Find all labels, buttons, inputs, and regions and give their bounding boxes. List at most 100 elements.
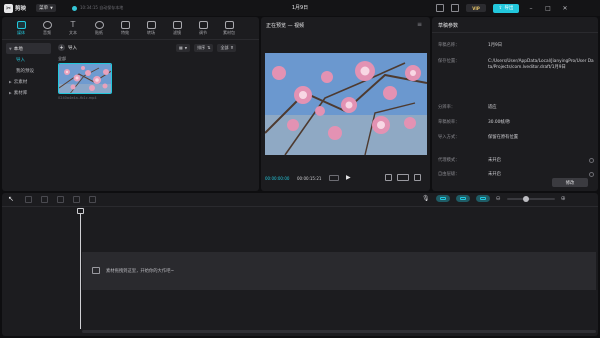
nav-library[interactable]: ▶ 素材库 (6, 87, 51, 98)
tab-audio[interactable]: 音频 (34, 18, 60, 38)
time-ruler[interactable] (80, 207, 596, 215)
vip-button[interactable]: VIP (466, 4, 486, 12)
upload-icon: ⇪ (498, 5, 503, 11)
properties-panel: 草稿参数 草稿名称： 1月9日 保存位置： C:/Users/User/AppD… (432, 17, 598, 191)
filter-icon (172, 20, 182, 29)
nav-cloud[interactable]: ▶ 云素材 (6, 76, 51, 87)
shortcut-icon[interactable] (451, 4, 459, 12)
delete-icon[interactable] (73, 195, 80, 203)
timeline-panel: ↖ 🎙 ⊖ ⊕ 素材拖拽到这里，开始你的大作吧~ (2, 193, 598, 336)
export-label: 导出 (504, 6, 514, 11)
split-icon[interactable] (57, 195, 64, 203)
logo-icon: ✂ (4, 3, 13, 13)
filter-label: 全部 (220, 44, 229, 50)
project-title: 1月9日 (291, 5, 309, 11)
snap-icon (439, 197, 446, 200)
cloud-status-icon (72, 5, 77, 11)
divider (2, 39, 259, 40)
menu-icon[interactable]: ≡ (417, 21, 422, 28)
tab-package[interactable]: 素材包 (216, 18, 242, 38)
timeline-scrollbar[interactable] (82, 330, 596, 333)
nav-my-presets[interactable]: 我的预设 (6, 65, 51, 76)
prop-frame-rate: 草稿帧率： 30.00帧/秒 (438, 120, 594, 126)
audio-icon (42, 20, 52, 29)
play-icon[interactable]: ▶ (346, 174, 352, 182)
snap-toggle[interactable] (435, 195, 450, 202)
sort-label: 排序 (197, 44, 206, 50)
autosave-text: 10:34:15 自动保存本地 (80, 5, 124, 10)
fullscreen-icon[interactable] (414, 174, 421, 181)
sort-button[interactable]: 排序 ⇅ (194, 43, 214, 52)
playhead[interactable] (80, 209, 81, 329)
media-toolbar: 媒体 音频 T 文本 贴纸 特效 转场 滤镜 调节 素材包 (8, 18, 242, 38)
chevron-right-icon: ▶ (9, 79, 12, 84)
effects-icon (120, 20, 130, 29)
ratio-icon[interactable] (397, 174, 409, 181)
export-button[interactable]: ⇪ 导出 (493, 3, 519, 13)
microphone-icon[interactable]: 🎙 (422, 195, 430, 202)
prop-value: 适应 (488, 105, 497, 110)
zoom-slider-knob[interactable] (522, 195, 529, 202)
tab-filter[interactable]: 滤镜 (164, 18, 190, 38)
import-button[interactable]: + 导入 (58, 43, 77, 52)
freeze-icon[interactable] (89, 195, 96, 203)
autosave-status: 10:34:15 自动保存本地 (72, 4, 123, 12)
properties-title: 草稿参数 (438, 23, 459, 29)
prop-value: 1月9日 (488, 43, 503, 48)
tab-transition[interactable]: 转场 (138, 18, 164, 38)
view-controls (385, 174, 421, 181)
menu-button[interactable]: 菜单 ▼ (36, 4, 56, 12)
zoom-out-icon[interactable]: ⊖ (496, 195, 501, 202)
info-icon[interactable] (589, 172, 594, 177)
prop-import-mode: 导入方式： 保留在原有位置 (438, 135, 594, 141)
minimize-icon[interactable]: – (526, 5, 536, 12)
link-toggle[interactable] (455, 195, 470, 202)
tab-label: 特效 (121, 29, 129, 35)
view-mode-button[interactable]: ▦ ▼ (176, 43, 191, 52)
frames-icon[interactable] (329, 175, 339, 181)
thumbnail-filename: 0240a4e4a..fb1c.mp4 (58, 96, 97, 100)
cursor-icon[interactable]: ↖ (8, 195, 16, 203)
zoom-in-icon[interactable]: ⊕ (561, 195, 566, 202)
media-panel: 媒体 音频 T 文本 贴纸 特效 转场 滤镜 调节 素材包 ▼ 本地 导入 我的预设… (2, 17, 259, 191)
divider (432, 32, 598, 33)
prop-draft-name: 草稿名称： 1月9日 (438, 43, 594, 49)
crop-icon[interactable] (385, 174, 392, 181)
transition-icon (146, 20, 156, 29)
tab-label: 贴纸 (95, 29, 103, 35)
section-label: 全部 (58, 56, 66, 61)
nav-import[interactable]: 导入 (6, 54, 51, 65)
redo-icon[interactable] (41, 195, 48, 203)
zoom-slider[interactable] (506, 195, 555, 202)
tab-label: 媒体 (17, 29, 25, 35)
tab-adjust[interactable]: 调节 (190, 18, 216, 38)
tab-text[interactable]: T 文本 (60, 18, 86, 38)
chevron-down-icon: ▼ (9, 46, 12, 51)
tab-effects[interactable]: 特效 (112, 18, 138, 38)
tab-media[interactable]: 媒体 (8, 18, 34, 38)
prop-resolution: 分辨率： 适应 (438, 105, 594, 111)
prop-key: 草稿名称： (438, 43, 460, 48)
tab-label: 滤镜 (173, 29, 181, 35)
layout-icon[interactable] (436, 4, 444, 12)
media-view-controls: ▦ ▼ 排序 ⇅ 全部 ⊽ (176, 43, 237, 52)
filter-all-button[interactable]: 全部 ⊽ (217, 43, 237, 52)
tab-label: 转场 (147, 29, 155, 35)
media-content: + 导入 ▦ ▼ 排序 ⇅ 全部 ⊽ 全部 0240a4e4a..fb1c.mp… (52, 41, 257, 189)
media-thumbnail[interactable] (58, 63, 112, 94)
tab-sticker[interactable]: 贴纸 (86, 18, 112, 38)
nav-label: 云素材 (13, 79, 28, 85)
playhead-handle[interactable] (77, 208, 84, 214)
current-time: 00:00:00:00 (265, 176, 290, 181)
undo-icon[interactable] (25, 195, 32, 203)
info-icon[interactable] (589, 158, 594, 163)
nav-local[interactable]: ▼ 本地 (6, 43, 51, 54)
maximize-icon[interactable]: □ (543, 5, 553, 12)
title-bar-actions: VIP ⇪ 导出 – □ ✕ (436, 3, 570, 13)
preview-axis-toggle[interactable] (475, 195, 490, 202)
preview-video[interactable] (265, 53, 427, 155)
close-icon[interactable]: ✕ (560, 5, 570, 12)
title-bar: ✂ 剪映 菜单 ▼ 10:34:15 自动保存本地 1月9日 VIP ⇪ 导出 … (0, 0, 600, 16)
modify-button[interactable]: 修改 (552, 178, 588, 187)
prop-key: 保存位置： (438, 59, 460, 64)
